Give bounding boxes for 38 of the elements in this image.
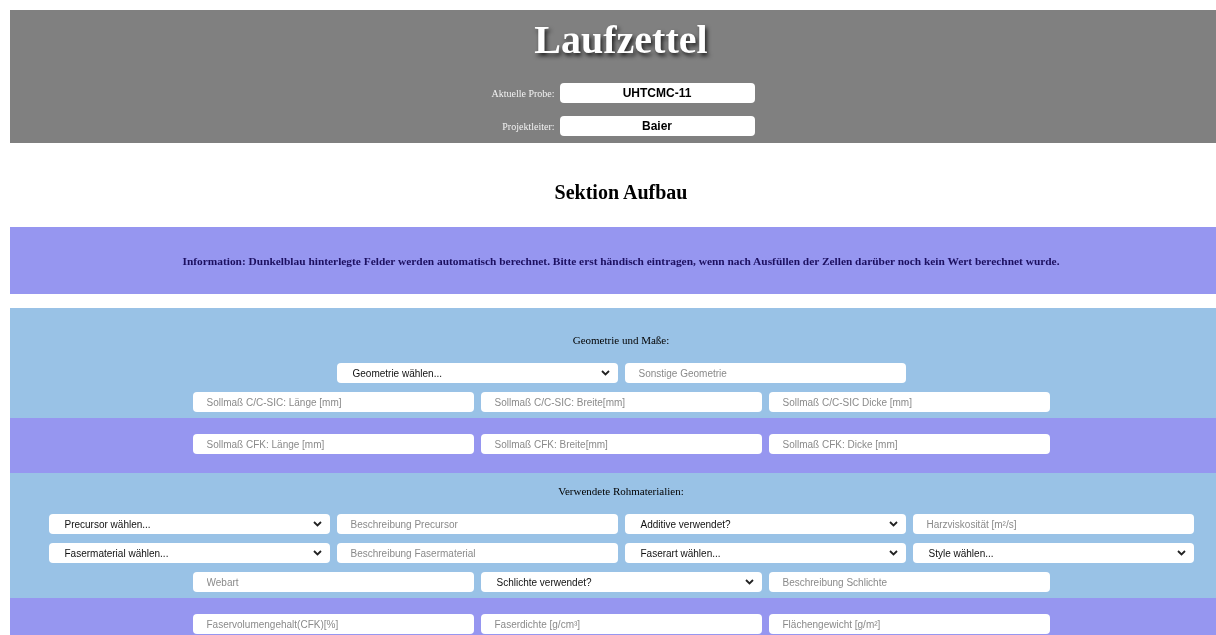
- dropdown[interactable]: Additive verwendet?: [624, 514, 906, 534]
- chevron-icon: [888, 521, 898, 527]
- chevron-icon: [888, 550, 898, 556]
- input-field[interactable]: Beschreibung Precursor: [336, 514, 618, 534]
- input-field[interactable]: Faservolumengehalt(CFK)[%]: [192, 614, 474, 634]
- field-label: Aktuelle Probe:: [490, 87, 556, 99]
- input-field[interactable]: UHTCMC-11: [559, 83, 755, 103]
- dropdown[interactable]: Schlichte verwendet?: [480, 572, 762, 592]
- chevron-icon: [744, 579, 754, 585]
- input-field[interactable]: Baier: [559, 116, 755, 136]
- group-heading: Verwendete Rohmaterialien:: [558, 485, 684, 497]
- input-field[interactable]: Beschreibung Fasermaterial: [336, 543, 618, 563]
- chevron-icon: [1176, 550, 1186, 556]
- dropdown[interactable]: Faserart wählen...: [624, 543, 906, 563]
- input-field[interactable]: Harzviskosität [m²/s]: [912, 514, 1194, 534]
- input-field[interactable]: Sollmaß CFK: Breite[mm]: [480, 434, 762, 454]
- input-field[interactable]: Sollmaß CFK: Länge [mm]: [192, 434, 474, 454]
- chevron-icon: [312, 521, 322, 527]
- chevron-icon: [312, 550, 322, 556]
- input-field[interactable]: Faserdichte [g/cm³]: [480, 614, 762, 634]
- dropdown[interactable]: Style wählen...: [912, 543, 1194, 563]
- input-field[interactable]: Flächengewicht [g/m²]: [768, 614, 1050, 634]
- input-field[interactable]: Sollmaß C/C-SIC Dicke [mm]: [768, 392, 1050, 412]
- input-field[interactable]: Sonstige Geometrie: [624, 363, 906, 383]
- info-text: Information: Dunkelblau hinterlegte Felder werden automatisch berechnet. Bitte erst händisch eintragen, wenn nach Ausfüllen der Zellen darüber noch kein Wert berechnet wurde.: [182, 254, 1060, 267]
- input-field[interactable]: Webart: [192, 572, 474, 592]
- input-field[interactable]: Sollmaß C/C-SIC: Breite[mm]: [480, 392, 762, 412]
- dropdown[interactable]: Fasermaterial wählen...: [48, 543, 330, 563]
- field-label: Projektleiter:: [501, 120, 556, 132]
- dropdown[interactable]: Geometrie wählen...: [336, 363, 618, 383]
- group-heading: Geometrie und Maße:: [572, 334, 670, 346]
- chevron-icon: [600, 370, 610, 376]
- input-field[interactable]: Beschreibung Schlichte: [768, 572, 1050, 592]
- input-field[interactable]: Sollmaß C/C-SIC: Länge [mm]: [192, 392, 474, 412]
- page-title: Laufzettel: [534, 16, 708, 64]
- dropdown[interactable]: Precursor wählen...: [48, 514, 330, 534]
- section-title: Sektion Aufbau: [553, 180, 689, 204]
- input-field[interactable]: Sollmaß CFK: Dicke [mm]: [768, 434, 1050, 454]
